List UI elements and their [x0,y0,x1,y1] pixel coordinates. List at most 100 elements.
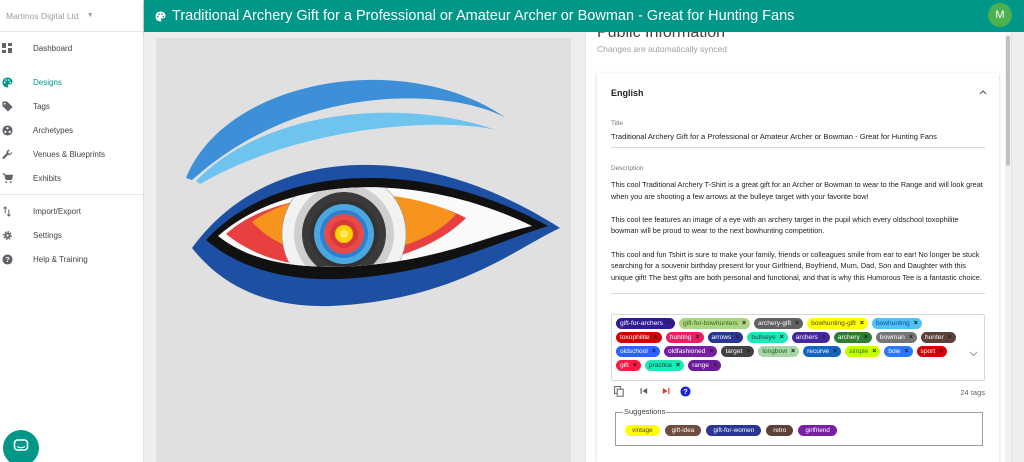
sidebar-item-archetypes[interactable]: Archetypes [0,118,143,142]
remove-tag-icon[interactable]: × [864,332,868,343]
remove-tag-icon[interactable]: × [713,360,717,371]
tag-chip[interactable]: gift-for-archers × [616,318,675,329]
description-underline [611,293,985,294]
remove-tag-icon[interactable]: × [676,360,680,371]
import-export-icon [1,205,13,217]
palette-icon [1,76,13,88]
remove-tag-icon[interactable]: × [709,346,713,357]
tag-chip[interactable]: oldfashioned × [663,346,718,357]
tag-chip[interactable]: bullseye × [747,332,788,343]
gear-icon [1,229,13,241]
copy-icon[interactable] [613,385,625,397]
tag-chip[interactable]: sport × [916,346,948,357]
tags-input[interactable]: gift-for-archers × gift-for-bowhunters × arc… [611,314,985,381]
company-selector[interactable]: Martinos Digital Ltd ▼ [0,0,143,32]
tag-label: archery [837,334,860,341]
sidebar-item-label: Venues & Blueprints [33,149,106,159]
sidebar-nav: Dashboard Designs Tags Archetypes Venues… [0,32,143,271]
remove-tag-icon[interactable]: × [833,346,837,357]
tag-chip[interactable]: target × [721,346,755,357]
tag-chip[interactable]: hunting × [665,332,704,343]
suggestion-chip[interactable]: girlfriend [798,425,837,436]
tag-chip[interactable]: range × [688,360,722,371]
sidebar-item-label: Dashboard [33,43,73,53]
title-field[interactable]: Traditional Archery Gift for a Professio… [611,132,937,141]
sidebar-item-designs[interactable]: Designs [0,70,143,94]
sidebar-item-venues[interactable]: Venues & Blueprints [0,142,143,166]
sidebar-item-label: Exhibits [33,173,62,183]
remove-tag-icon[interactable]: × [695,332,699,343]
scrollbar[interactable] [1005,32,1011,462]
remove-tag-icon[interactable]: × [633,360,637,371]
remove-tag-icon[interactable]: × [872,346,876,357]
remove-tag-icon[interactable]: × [914,318,918,329]
tag-chip[interactable]: toxophilite × [616,332,662,343]
tag-chip[interactable]: arrows × [707,332,744,343]
tag-chip[interactable]: recurve × [803,346,842,357]
sidebar-item-settings[interactable]: Settings [0,223,143,247]
remove-tag-icon[interactable]: × [735,332,739,343]
remove-tag-icon[interactable]: × [909,332,913,343]
remove-tag-icon[interactable]: × [795,318,799,329]
tag-chip[interactable]: bow × [884,346,913,357]
title-underline [611,147,985,148]
tag-chip[interactable]: simple × [845,346,881,357]
sidebar-item-help[interactable]: ? Help & Training [0,247,143,271]
tag-label: range [692,362,709,369]
remove-tag-icon[interactable]: × [939,346,943,357]
remove-tag-icon[interactable]: × [746,346,750,357]
remove-tag-icon[interactable]: × [822,332,826,343]
remove-tag-icon[interactable]: × [904,346,908,357]
remove-tag-icon[interactable]: × [860,318,864,329]
sidebar-item-exhibits[interactable]: Exhibits [0,166,143,190]
tag-label: oldschool [620,348,648,355]
chat-button[interactable] [3,430,39,462]
remove-tag-icon[interactable]: × [654,332,658,343]
avatar[interactable]: M [988,3,1012,27]
remove-tag-icon[interactable]: × [742,318,746,329]
chat-icon [13,438,29,459]
suggestion-chip[interactable]: gift-for-women [706,425,762,436]
skip-previous-icon[interactable] [638,385,650,397]
chevron-up-icon[interactable] [979,87,987,97]
language-header[interactable]: English [597,73,999,112]
tag-chip[interactable]: practice × [644,360,685,371]
suggestion-chip[interactable]: vintage [625,425,660,436]
description-field[interactable]: This cool Traditional Archery T-Shirt is… [611,179,985,295]
skip-next-icon[interactable] [660,385,672,397]
tag-label: toxophilite [620,334,650,341]
remove-tag-icon[interactable]: × [652,346,656,357]
remove-tag-icon[interactable]: × [780,332,784,343]
tag-label: gift-for-bowhunters [682,320,738,327]
tag-chip[interactable]: archery-gift × [754,318,804,329]
remove-tag-icon[interactable]: × [948,332,952,343]
tag-chip[interactable]: bowhunting-gift × [807,318,868,329]
sidebar-item-import-export[interactable]: Import/Export [0,199,143,223]
scrollbar-thumb[interactable] [1006,36,1010,166]
remove-tag-icon[interactable]: × [667,318,671,329]
suggestions-label: Suggestions [623,407,667,416]
tag-chip[interactable]: bowhunting × [871,318,922,329]
suggestion-chip[interactable]: gift-idea [664,425,702,436]
description-field-label: Description [611,165,644,172]
description-paragraph: This cool tee features an image of a eye… [611,214,959,236]
suggestion-chip[interactable]: retro [766,425,794,436]
sidebar-item-dashboard[interactable]: Dashboard [0,36,143,60]
tag-chip[interactable]: bowman × [875,332,917,343]
tag-chip[interactable]: longbow × [758,346,800,357]
tag-chip[interactable]: oldschool × [616,346,660,357]
tag-chip[interactable]: archery × [833,332,872,343]
help-icon: ? [1,253,13,265]
help-icon[interactable]: ? [679,385,691,397]
sidebar-item-tags[interactable]: Tags [0,94,143,118]
tag-chip[interactable]: archers × [791,332,830,343]
title-field-label: Title [611,120,624,127]
tag-chip[interactable]: gift × [616,360,641,371]
archetype-icon [1,124,13,136]
sidebar-item-label: Help & Training [33,254,88,264]
nav-divider [0,194,143,195]
remove-tag-icon[interactable]: × [791,346,795,357]
tag-chip[interactable]: hunter × [920,332,956,343]
chevron-down-icon[interactable] [969,344,978,362]
tag-chip[interactable]: gift-for-bowhunters × [678,318,751,329]
